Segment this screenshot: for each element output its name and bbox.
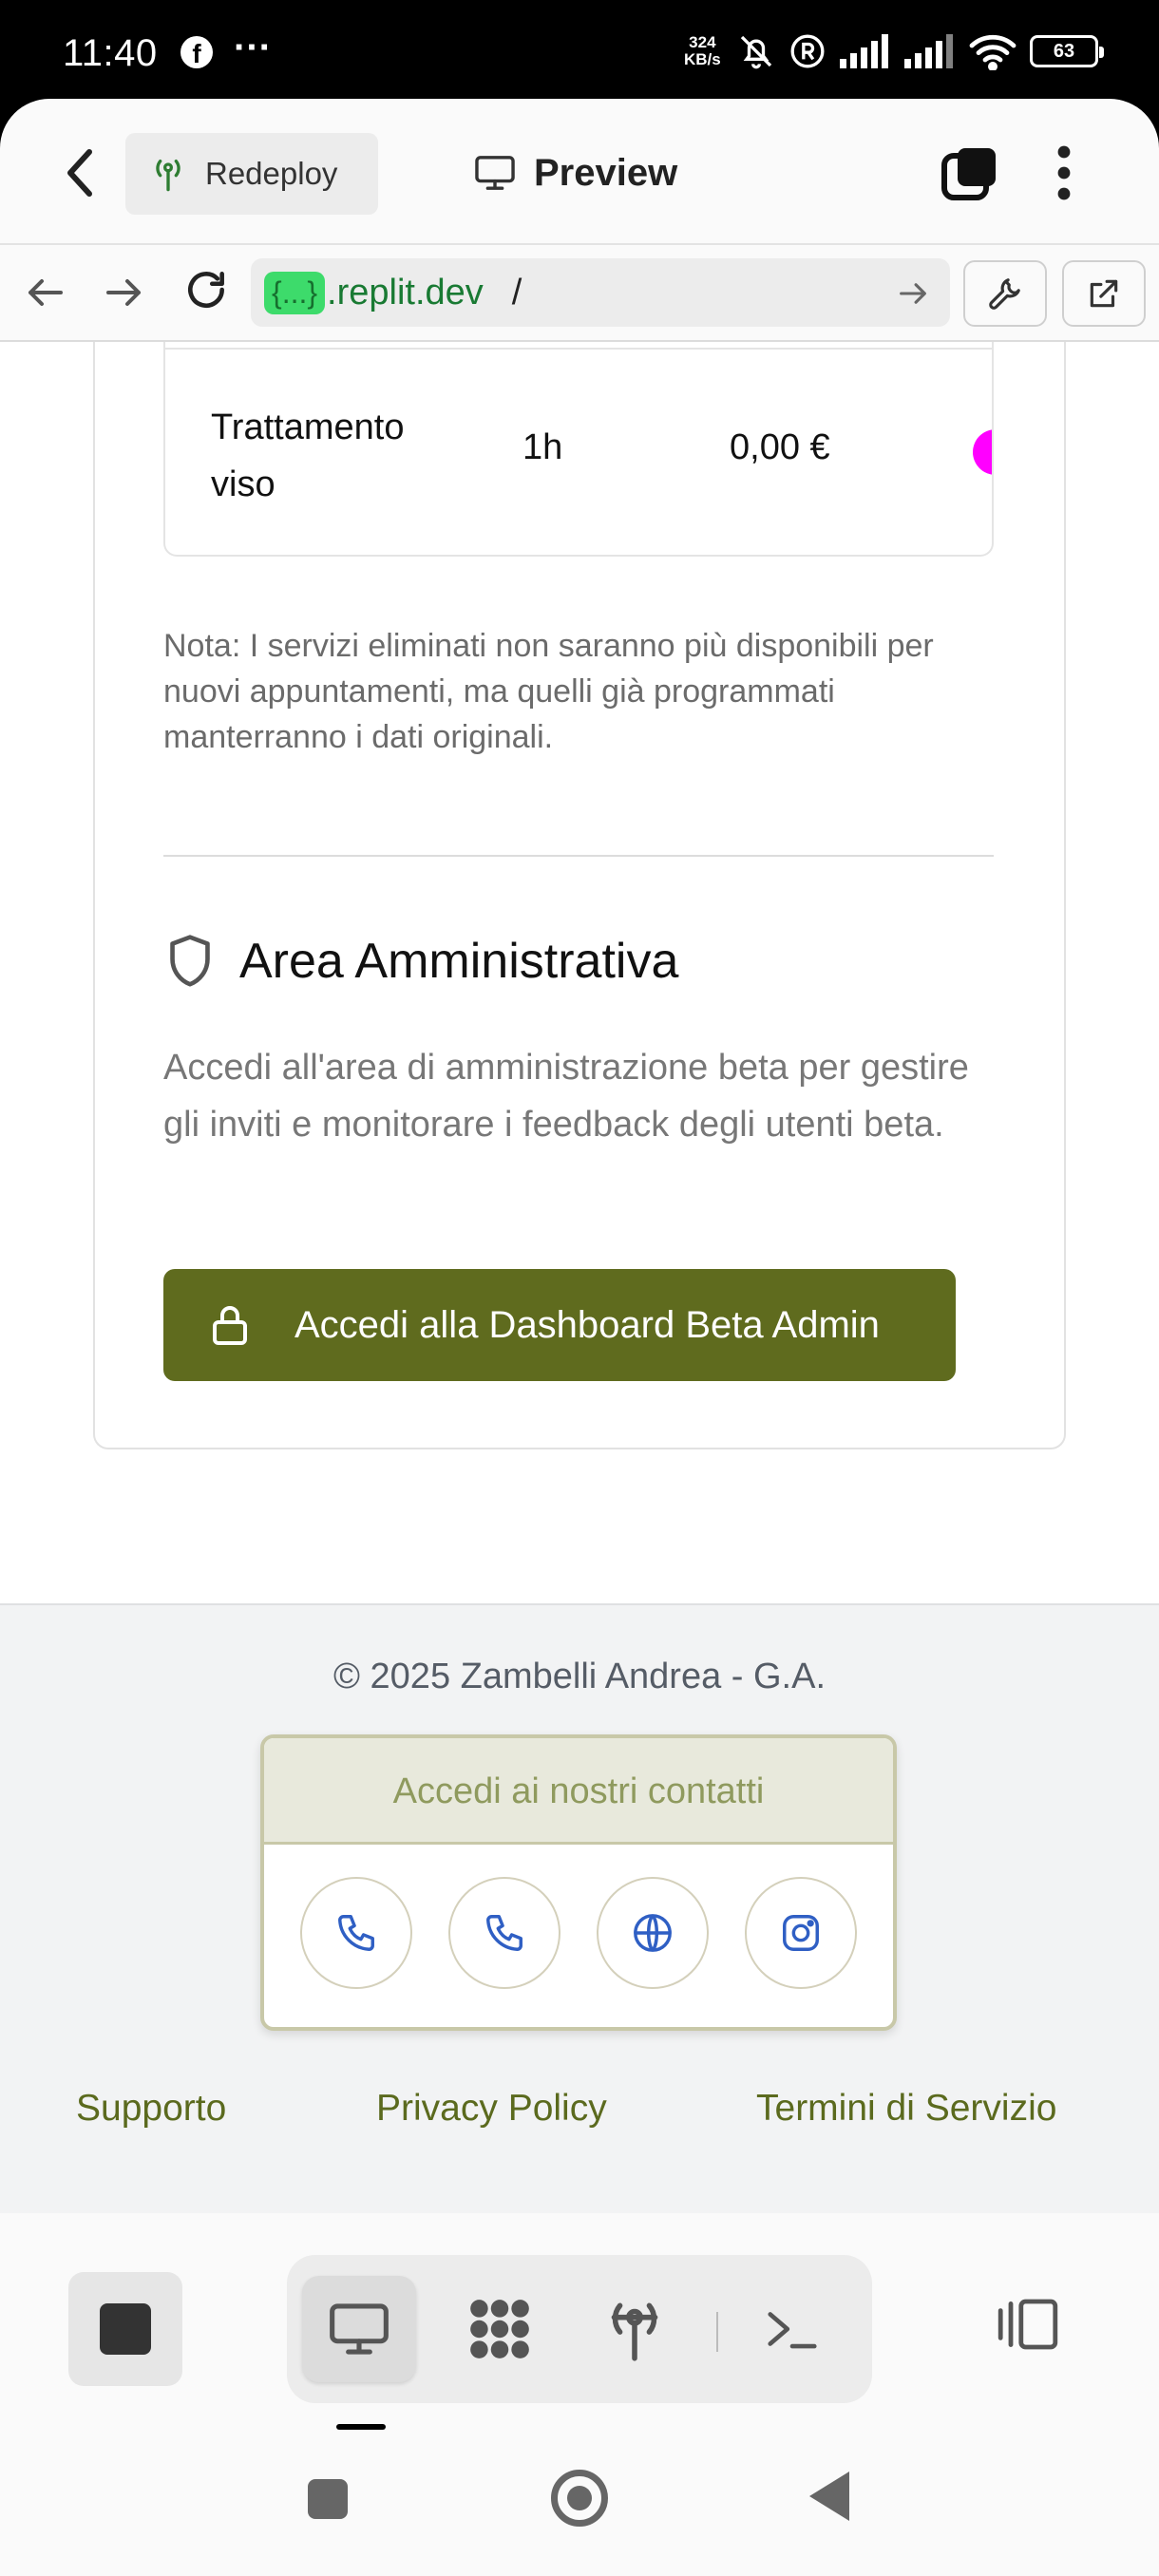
- back-button[interactable]: [57, 144, 104, 201]
- instagram-icon: [783, 1915, 819, 1951]
- system-nav-bar: [0, 2430, 1159, 2576]
- deploy-icon: [611, 2302, 658, 2361]
- phone-button-1[interactable]: [300, 1877, 412, 1989]
- signal-icon: [840, 34, 888, 68]
- deletion-note: Nota: I servizi eliminati non saranno pi…: [163, 628, 934, 755]
- preview-label: Preview: [534, 151, 678, 194]
- go-arrow-icon[interactable]: [897, 277, 929, 310]
- contacts-buttons: [264, 1845, 893, 1989]
- url-chip: {...}: [264, 271, 326, 314]
- phone-icon: [338, 1915, 374, 1951]
- admin-dashboard-button[interactable]: Accedi alla Dashboard Beta Admin: [163, 1269, 956, 1381]
- devtools-button[interactable]: [963, 260, 1047, 327]
- privacy-policy-link[interactable]: Privacy Policy: [376, 2088, 607, 2130]
- more-options-button[interactable]: [1053, 142, 1075, 203]
- bottom-toolbar: [0, 2213, 1159, 2430]
- settings-card: Trattamento viso 1h 0,00 € Nota: I servi…: [93, 342, 1066, 1449]
- globe-icon: [634, 1914, 672, 1952]
- browser-forward-button[interactable]: [103, 272, 144, 318]
- network-speed: 324 KB/s: [684, 34, 721, 68]
- grid-blob-icon: [470, 2300, 529, 2358]
- page-content: Trattamento viso 1h 0,00 € Nota: I servi…: [0, 342, 1159, 1605]
- recent-apps-button[interactable]: [308, 2479, 348, 2519]
- status-icons: 63: [737, 30, 1104, 72]
- status-bar: 11:40 f ··· 324 KB/s 63: [0, 0, 1159, 101]
- redeploy-label: Redeploy: [205, 156, 338, 191]
- url-bar: {...} .replit.dev /: [0, 245, 1159, 342]
- redeploy-icon: [156, 160, 180, 192]
- url-path: /: [511, 272, 522, 313]
- monitor-icon: [330, 2303, 389, 2355]
- wrench-icon: [989, 278, 1020, 310]
- lock-icon: [213, 1306, 247, 1345]
- workspace-tab[interactable]: [443, 2276, 557, 2382]
- admin-title: Area Amministrativa: [239, 934, 679, 989]
- support-link[interactable]: Supporto: [76, 2088, 226, 2130]
- tabs-button[interactable]: [940, 144, 999, 203]
- panel-toggle-button[interactable]: [994, 2297, 1062, 2357]
- shell-tab[interactable]: [735, 2276, 849, 2382]
- segment-divider: [716, 2312, 718, 2352]
- url-host: .replit.dev: [327, 272, 484, 313]
- section-divider: [163, 855, 994, 857]
- url-input[interactable]: {...} .replit.dev /: [251, 258, 950, 327]
- network-speed-unit: KB/s: [684, 50, 721, 68]
- deployments-tab[interactable]: [578, 2276, 692, 2382]
- open-new-tab-button[interactable]: [1062, 260, 1146, 327]
- kebab-menu-icon: [1057, 145, 1071, 200]
- preview-title: Preview: [473, 142, 677, 203]
- battery-indicator: 63: [1030, 35, 1104, 67]
- terminal-icon: [768, 2312, 817, 2349]
- instagram-button[interactable]: [745, 1877, 857, 1989]
- website-button[interactable]: [597, 1877, 709, 1989]
- service-duration: 1h: [522, 427, 563, 467]
- copyright: © 2025 Zambelli Andrea - G.A.: [332, 1657, 826, 1696]
- facebook-icon: f: [180, 36, 213, 68]
- table-divider: [165, 348, 992, 350]
- contacts-panel: Accedi ai nostri contatti: [260, 1734, 897, 2031]
- stop-icon: [100, 2303, 151, 2355]
- reload-button[interactable]: [182, 266, 230, 318]
- admin-description: Accedi all'area di amministrazione beta …: [163, 1048, 969, 1145]
- admin-section-header: Area Amministrativa: [163, 933, 678, 990]
- footer: © 2025 Zambelli Andrea - G.A. Accedi ai …: [0, 1603, 1159, 2213]
- phone-button-2[interactable]: [448, 1877, 560, 1989]
- service-color-dot: [973, 429, 992, 475]
- services-table: Trattamento viso 1h 0,00 €: [163, 342, 994, 557]
- service-name: Trattamento viso: [211, 407, 405, 504]
- redeploy-button[interactable]: Redeploy: [125, 133, 378, 215]
- external-link-icon: [1090, 279, 1118, 308]
- side-panel-icon: [998, 2299, 1058, 2350]
- phone-icon: [486, 1915, 522, 1951]
- system-back-button[interactable]: [809, 2472, 849, 2521]
- wifi-icon: [969, 34, 1016, 70]
- contacts-title[interactable]: Accedi ai nostri contatti: [264, 1738, 893, 1845]
- reload-icon: [188, 272, 224, 308]
- more-notifications-icon: ···: [234, 27, 272, 68]
- status-time: 11:40: [63, 32, 158, 74]
- preview-tab[interactable]: [302, 2276, 416, 2382]
- home-button[interactable]: [551, 2470, 608, 2527]
- monitor-icon: [475, 156, 515, 190]
- arrow-left-icon: [28, 279, 63, 306]
- signal-icon-2: [904, 34, 953, 68]
- network-speed-value: 324: [689, 33, 716, 51]
- admin-dashboard-label: Accedi alla Dashboard Beta Admin: [294, 1303, 880, 1346]
- tabs-icon: [941, 148, 996, 200]
- view-switcher: [287, 2255, 872, 2403]
- stop-button[interactable]: [68, 2272, 182, 2386]
- bell-off-icon: [740, 35, 772, 69]
- app-header: Redeploy Preview: [0, 99, 1159, 245]
- registered-icon: [790, 34, 825, 68]
- browser-back-button[interactable]: [25, 272, 66, 318]
- shield-icon: [170, 935, 210, 987]
- arrow-right-icon: [106, 279, 141, 306]
- chevron-left-icon: [67, 149, 92, 197]
- terms-of-service-link[interactable]: Termini di Servizio: [756, 2088, 1056, 2130]
- service-price: 0,00 €: [730, 427, 830, 467]
